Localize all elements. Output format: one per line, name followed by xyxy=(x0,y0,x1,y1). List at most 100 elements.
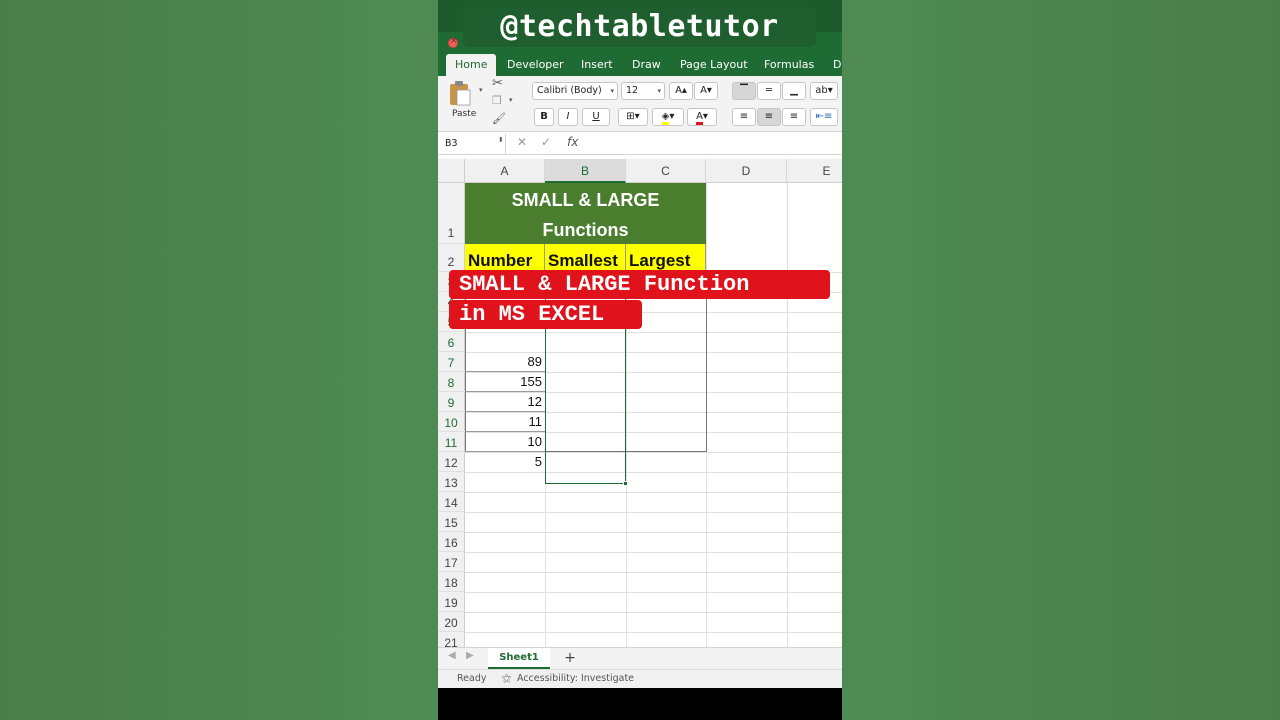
grow-font-button[interactable]: A▴ xyxy=(669,82,693,100)
format-painter-icon[interactable]: 🖌 xyxy=(492,112,506,125)
tab-formulas[interactable]: Formulas xyxy=(764,54,814,76)
column-header-e[interactable]: E xyxy=(787,159,842,183)
gridline xyxy=(465,332,842,333)
accessibility-status[interactable]: Accessibility: Investigate xyxy=(517,670,634,688)
name-box[interactable]: B3 xyxy=(438,134,506,154)
column-header-d[interactable]: D xyxy=(706,159,787,183)
row-header[interactable]: 2 xyxy=(438,244,465,272)
close-window-icon[interactable] xyxy=(448,36,458,48)
row-header[interactable]: 21 xyxy=(438,632,465,647)
orientation-icon[interactable]: ab▾ xyxy=(810,82,838,100)
header-number[interactable]: Number xyxy=(465,244,545,272)
gridline xyxy=(787,183,788,647)
fill-color-icon[interactable]: ◈▾ xyxy=(652,108,684,126)
row-header[interactable]: 11 xyxy=(438,432,465,452)
tab-developer[interactable]: Developer xyxy=(507,54,564,76)
worksheet-grid[interactable]: A B C D E 1 2 3 4 5 6 7 8 9 10 11 12 13 … xyxy=(438,155,842,647)
title-line-1: SMALL & LARGE xyxy=(511,190,660,210)
align-right-icon[interactable]: ≡ xyxy=(782,108,806,126)
row-header[interactable]: 10 xyxy=(438,412,465,432)
tab-home[interactable]: Home xyxy=(446,54,497,76)
tab-page-layout[interactable]: Page Layout xyxy=(680,54,748,76)
row-header[interactable]: 17 xyxy=(438,552,465,572)
row-header[interactable]: 13 xyxy=(438,472,465,492)
row-header[interactable]: 16 xyxy=(438,532,465,552)
formula-bar: B3 ⬍ ✕ ✓ fx xyxy=(438,133,842,155)
tab-draw[interactable]: Draw xyxy=(632,54,661,76)
row-header[interactable]: 14 xyxy=(438,492,465,512)
number-cell[interactable]: 89 xyxy=(465,352,545,372)
number-cell[interactable]: 11 xyxy=(465,412,545,432)
tab-insert[interactable]: Insert xyxy=(581,54,613,76)
header-smallest[interactable]: Smallest xyxy=(545,244,626,272)
gridline xyxy=(465,512,842,513)
number-cell[interactable]: 5 xyxy=(465,452,545,472)
add-sheet-button[interactable]: + xyxy=(560,648,580,670)
chevron-down-icon: ▾ xyxy=(610,87,614,95)
shrink-font-button[interactable]: A▾ xyxy=(694,82,718,100)
video-frame: Home Developer Insert Draw Page Layout F… xyxy=(438,0,842,720)
align-bottom-icon[interactable]: ▁ xyxy=(782,82,806,100)
row-header[interactable]: 1 xyxy=(438,183,465,244)
align-center-icon[interactable]: ≡ xyxy=(757,108,781,126)
gridline xyxy=(465,572,842,573)
row-header[interactable]: 9 xyxy=(438,392,465,412)
font-name-select[interactable]: Calibri (Body) ▾ xyxy=(532,82,618,100)
excel-window: Home Developer Insert Draw Page Layout F… xyxy=(438,32,842,688)
font-size-select[interactable]: 12 ▾ xyxy=(621,82,665,100)
header-largest[interactable]: Largest xyxy=(626,244,706,272)
font-name-value: Calibri (Body) xyxy=(537,85,602,96)
cut-icon[interactable]: ✂ xyxy=(492,76,503,91)
align-left-icon[interactable]: ≡ xyxy=(732,108,756,126)
confirm-icon[interactable]: ✓ xyxy=(541,135,551,149)
row-header[interactable]: 7 xyxy=(438,352,465,372)
row-header[interactable]: 20 xyxy=(438,612,465,632)
number-cell[interactable]: 10 xyxy=(465,432,545,452)
gridline xyxy=(465,532,842,533)
copy-dropdown-icon[interactable]: ▾ xyxy=(509,96,513,104)
caption-line-2: in MS EXCEL xyxy=(449,300,642,329)
bold-button[interactable]: B xyxy=(534,108,554,126)
copy-icon[interactable]: ❐ xyxy=(492,94,502,107)
select-all-corner[interactable] xyxy=(438,159,465,183)
sheet-tab-sheet1[interactable]: Sheet1 xyxy=(488,648,550,669)
underline-button[interactable]: U xyxy=(582,108,610,126)
number-cell[interactable]: 155 xyxy=(465,372,545,392)
accessibility-icon[interactable]: ⚝ xyxy=(502,670,511,688)
fill-handle[interactable] xyxy=(623,481,628,486)
row-header[interactable]: 18 xyxy=(438,572,465,592)
row-header[interactable]: 6 xyxy=(438,332,465,352)
ribbon-tabs: Home Developer Insert Draw Page Layout F… xyxy=(438,54,842,76)
paste-label: Paste xyxy=(452,109,477,119)
prev-sheet-icon[interactable]: ◀ xyxy=(448,650,456,661)
align-top-icon[interactable]: ▔ xyxy=(732,82,756,100)
number-cell[interactable]: 12 xyxy=(465,392,545,412)
align-middle-icon[interactable]: ═ xyxy=(757,82,781,100)
row-header[interactable]: 15 xyxy=(438,512,465,532)
row-header[interactable]: 19 xyxy=(438,592,465,612)
row-header[interactable]: 12 xyxy=(438,452,465,472)
status-bar: Ready ⚝ Accessibility: Investigate xyxy=(438,669,842,688)
gridline xyxy=(465,552,842,553)
column-header-c[interactable]: C xyxy=(626,159,706,183)
paste-icon[interactable] xyxy=(448,80,472,106)
tab-data[interactable]: D xyxy=(833,54,841,76)
channel-handle-banner: @techtabletutor xyxy=(463,7,816,47)
borders-icon[interactable]: ⊞▾ xyxy=(618,108,648,126)
column-header-a[interactable]: A xyxy=(465,159,545,183)
title-cell[interactable]: SMALL & LARGE Functions xyxy=(465,183,706,244)
font-color-icon[interactable]: A▾ xyxy=(687,108,717,126)
name-box-dropdown-icon[interactable]: ⬍ xyxy=(498,136,504,144)
paste-dropdown-icon[interactable]: ▾ xyxy=(479,86,483,94)
cancel-icon[interactable]: ✕ xyxy=(517,135,527,149)
column-header-b[interactable]: B xyxy=(545,159,626,183)
gridline xyxy=(465,472,842,473)
status-ready: Ready xyxy=(457,673,487,684)
next-sheet-icon[interactable]: ▶ xyxy=(466,650,474,661)
insert-function-icon[interactable]: fx xyxy=(567,135,578,149)
indent-icon[interactable]: ⇤≡ xyxy=(810,108,838,126)
table-border xyxy=(706,272,707,452)
gridline xyxy=(465,632,842,633)
italic-button[interactable]: I xyxy=(558,108,578,126)
row-header[interactable]: 8 xyxy=(438,372,465,392)
